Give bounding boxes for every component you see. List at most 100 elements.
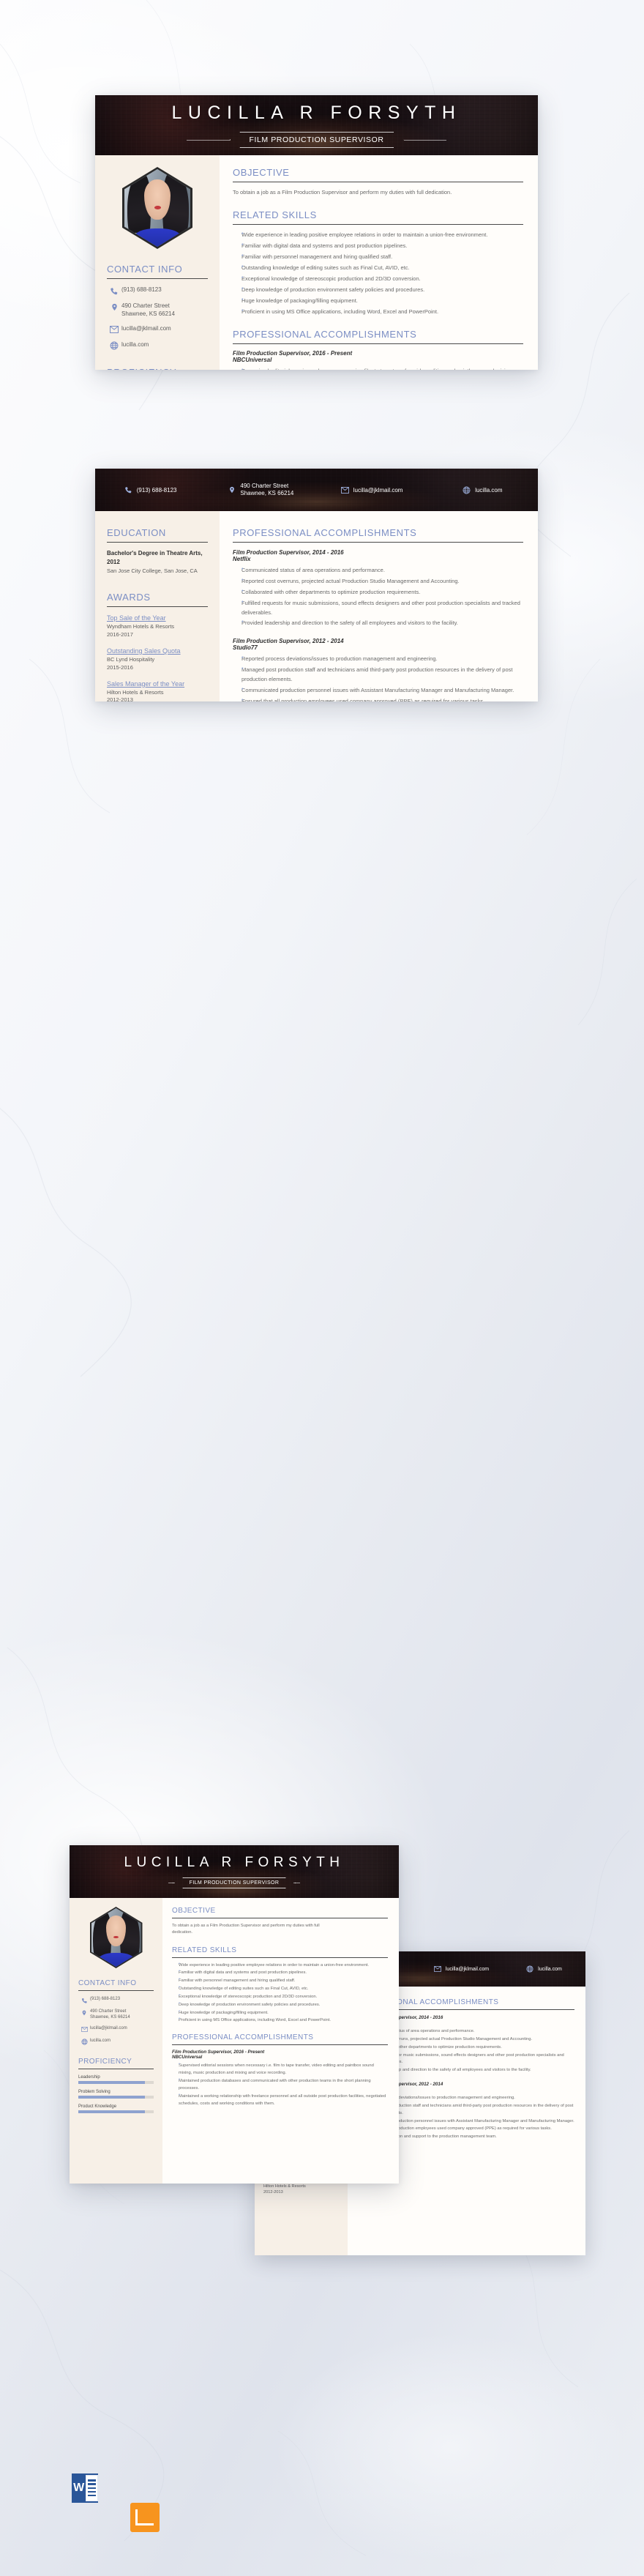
- list-item: Reported cost overruns, projected actual…: [233, 577, 523, 587]
- strip-address-line2: Shawnee, KS 66214: [240, 490, 294, 496]
- objective-text: To obtain a job as a Film Production Sup…: [172, 1924, 320, 1935]
- resume-page-3-preview: LUCILLA R FORSYTH FILM PRODUCTION SUPERV…: [70, 1845, 399, 2184]
- contact-website-value: lucilla.com: [121, 340, 149, 348]
- contact-website-value: lucilla.com: [90, 2038, 111, 2043]
- job-company: Studio77: [233, 644, 258, 652]
- list-item: Familiar with personnel management and h…: [233, 253, 523, 262]
- word-doc-icon[interactable]: W: [72, 2473, 98, 2503]
- list-item: Proficient in using MS Office applicatio…: [233, 308, 523, 317]
- contact-heading: CONTACT INFO: [78, 1979, 137, 1987]
- sidebar-2: EDUCATION Bachelor's Degree in Theatre A…: [95, 511, 220, 701]
- list-item: Reported process deviations/issues to pr…: [233, 655, 523, 664]
- strip-address-line1: 490 Charter Street: [240, 482, 289, 489]
- award-org: Hilton Hotels & Resorts: [263, 2184, 306, 2189]
- envelope-icon: [340, 486, 349, 494]
- objective-heading: OBJECTIVE: [172, 1907, 216, 1915]
- education-rule: [107, 542, 208, 543]
- accomplishments-heading-2: PROFESSIONAL ACCOMPLISHMENTS: [233, 527, 417, 538]
- skill-bar-leadership: Leadership: [78, 2075, 154, 2084]
- list-item: Familiar with digital data and systems a…: [172, 1970, 388, 1977]
- map-pin-icon: [228, 485, 236, 494]
- list-item: Wide experience in leading positive empl…: [233, 231, 523, 240]
- list-item: Managed post production staff and techni…: [233, 666, 523, 685]
- list-item: Deep knowledge of production environment…: [172, 2002, 388, 2009]
- skill-fill: [78, 2080, 145, 2084]
- award-item: Outstanding Sales Quota BC Lynd Hospital…: [107, 647, 208, 672]
- skill-fill: [78, 2095, 145, 2099]
- award-years: 2012-2013: [263, 2190, 283, 2195]
- resume-header-1: LUCILLA R FORSYTH FILM PRODUCTION SUPERV…: [95, 95, 538, 155]
- globe-icon: [78, 2039, 90, 2046]
- list-item: Ensured that all production employees us…: [233, 697, 523, 701]
- map-pin-icon: [107, 302, 121, 312]
- education-heading: EDUCATION: [107, 527, 166, 538]
- job-title: Film Production Supervisor, 2012 - 2014: [233, 638, 344, 645]
- accomplishments-rule-3: [172, 2044, 388, 2046]
- accomplishments-rule: [233, 343, 523, 344]
- contact-item-email[interactable]: lucilla@jklmail.com: [107, 325, 208, 335]
- list-item: Outstanding knowledge of editing suites …: [172, 1986, 388, 1993]
- job-bullets: Communicated status of area operations a…: [233, 566, 523, 628]
- award-title[interactable]: Outstanding Sales Quota: [107, 647, 208, 655]
- related-skills-rule: [172, 1957, 388, 1958]
- contact-rule: [78, 1990, 154, 1991]
- skill-fill: [78, 2110, 145, 2113]
- list-item: Maintained a working relationship with f…: [172, 2093, 388, 2108]
- award-org: Hilton Hotels & Resorts: [107, 688, 164, 696]
- award-years: 2015-2016: [107, 663, 133, 671]
- list-item: Provided leadership and direction to the…: [233, 619, 523, 628]
- award-title[interactable]: Sales Manager of the Year: [107, 680, 208, 688]
- contact-item-email[interactable]: lucilla@jklmail.com: [78, 2026, 154, 2033]
- contact-phone-value: (913) 688-8123: [121, 286, 162, 293]
- contact-item-website[interactable]: lucilla.com: [107, 341, 208, 351]
- strip-item-email[interactable]: lucilla@jklmail.com: [317, 486, 427, 494]
- contact-item-address[interactable]: 490 Charter Street Shawnee, KS 66214: [78, 2009, 154, 2021]
- award-org: Wyndham Hotels & Resorts: [107, 623, 175, 630]
- education-degree: Bachelor's Degree in Theatre Arts, 2012: [107, 550, 203, 565]
- list-item: Fulfilled requests for music submissions…: [233, 599, 523, 618]
- envelope-icon: [78, 2026, 90, 2033]
- job-title-badge: FILM PRODUCTION SUPERVISOR: [182, 1877, 286, 1888]
- contact-address-line1: 490 Charter Street: [121, 302, 170, 309]
- list-item: Communicated production personnel issues…: [233, 686, 523, 696]
- strip-item-email[interactable]: lucilla@jklmail.com: [420, 1966, 503, 1972]
- contact-email-value: lucilla@jklmail.com: [90, 2025, 127, 2030]
- contact-email-value: lucilla@jklmail.com: [121, 324, 171, 332]
- awards-rule: [107, 606, 208, 608]
- list-item: Familiar with digital data and systems a…: [233, 242, 523, 251]
- job-bullets: Supervised editorial sessions when neces…: [172, 2063, 388, 2107]
- resume-header-3: LUCILLA R FORSYTH FILM PRODUCTION SUPERV…: [70, 1845, 399, 1898]
- contact-item-phone[interactable]: (913) 688-8123: [78, 1997, 154, 2004]
- list-item: Outstanding knowledge of editing suites …: [233, 264, 523, 273]
- contact-address-line2: Shawnee, KS 66214: [90, 2014, 130, 2020]
- strip-item-website[interactable]: lucilla.com: [503, 1965, 585, 1973]
- strip-item-address[interactable]: 490 Charter Street Shawnee, KS 66214: [206, 483, 316, 498]
- contact-item-phone[interactable]: (913) 688-8123: [107, 286, 208, 296]
- sidebar-1: CONTACT INFO (913) 688-8123 490 Charter …: [95, 155, 220, 370]
- strip-item-website[interactable]: lucilla.com: [427, 486, 538, 494]
- pages-doc-icon[interactable]: [130, 2503, 160, 2532]
- map-pin-icon: [78, 2009, 90, 2017]
- sidebar-3: CONTACT INFO (913) 688-8123 490 Charter …: [70, 1898, 162, 2184]
- award-org: BC Lynd Hospitality: [107, 655, 155, 663]
- award-item: Top Sale of the Year Wyndham Hotels & Re…: [107, 614, 208, 639]
- accomplishments-heading-3: PROFESSIONAL ACCOMPLISHMENTS: [172, 2033, 314, 2042]
- related-skills-heading: RELATED SKILLS: [233, 209, 317, 221]
- proficiency-heading: PROFICIENCY: [78, 2057, 132, 2066]
- avatar: [107, 167, 208, 249]
- list-item: Huge knowledge of packaging/filling equi…: [233, 297, 523, 306]
- award-title[interactable]: Top Sale of the Year: [107, 614, 208, 622]
- resume-page-2: (913) 688-8123 490 Charter Street Shawne…: [95, 469, 538, 701]
- strip-item-phone[interactable]: (913) 688-8123: [95, 486, 206, 494]
- list-item: Proficient in using MS Office applicatio…: [172, 2017, 388, 2025]
- job-bullets: Reported process deviations/issues to pr…: [233, 655, 523, 701]
- contact-item-website[interactable]: lucilla.com: [78, 2039, 154, 2046]
- education-school: San Jose City College, San Jose, CA: [107, 567, 198, 575]
- related-skills-heading: RELATED SKILLS: [172, 1946, 237, 1954]
- strip-email-value: lucilla@jklmail.com: [353, 486, 403, 494]
- strip-phone-value: (913) 688-8123: [136, 486, 177, 494]
- contact-item-address[interactable]: 490 Charter Street Shawnee, KS 66214: [107, 302, 208, 319]
- list-item: Exceptional knowledge of stereoscopic pr…: [233, 275, 523, 284]
- strip-website-value: lucilla.com: [538, 1966, 562, 1972]
- contact-address-line2: Shawnee, KS 66214: [121, 310, 175, 317]
